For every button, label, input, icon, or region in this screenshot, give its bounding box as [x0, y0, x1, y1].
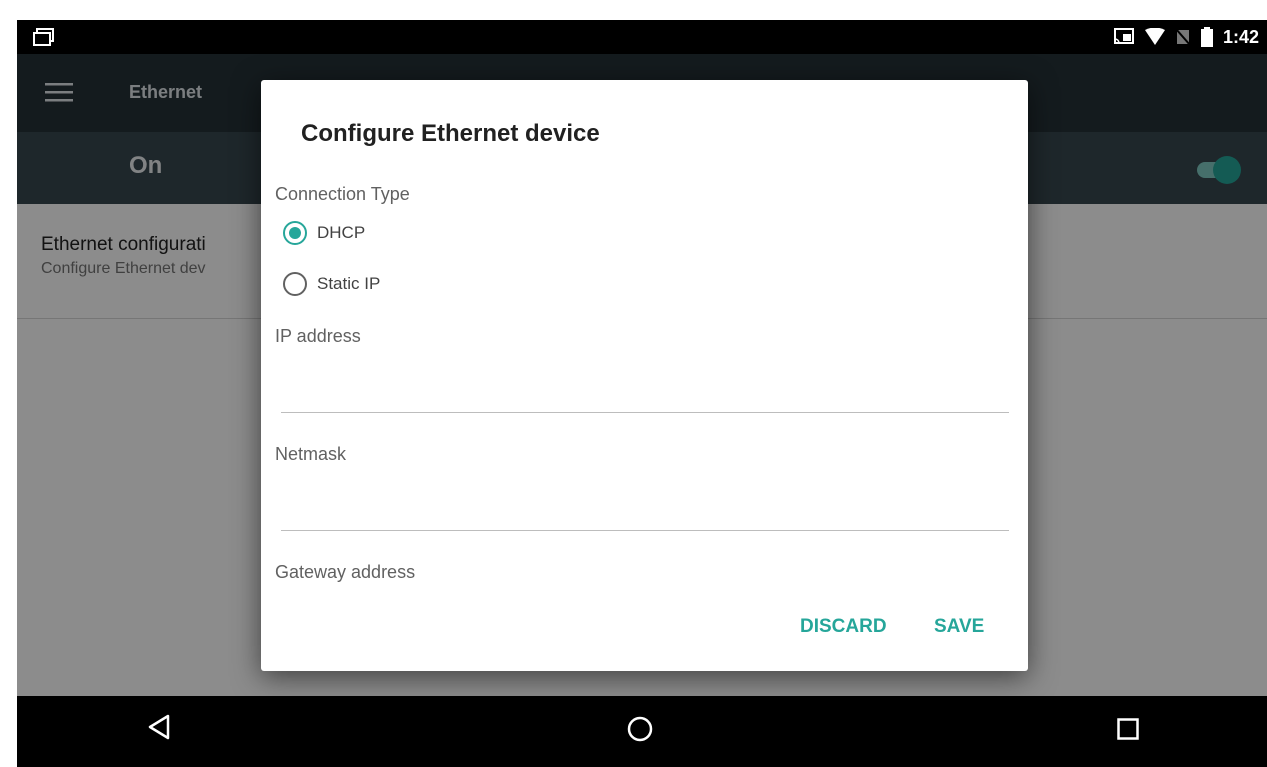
radio-dhcp[interactable]: DHCP	[283, 221, 365, 245]
radio-button-unchecked[interactable]	[283, 272, 307, 296]
recent-apps-notification-icon	[33, 28, 54, 46]
ip-address-field[interactable]	[281, 372, 1009, 413]
ip-address-label: IP address	[275, 326, 361, 346]
radio-label-dhcp: DHCP	[317, 223, 366, 242]
status-bar: 1:42	[17, 20, 1267, 54]
navigation-bar	[17, 696, 1267, 767]
radio-static-ip[interactable]: Static IP	[283, 272, 380, 296]
no-sim-icon	[1175, 28, 1191, 46]
cast-icon	[1113, 28, 1134, 44]
netmask-label: Netmask	[275, 444, 347, 464]
recents-icon[interactable]	[1117, 718, 1139, 740]
dialog-title: Configure Ethernet device	[301, 120, 600, 147]
status-clock: 1:42	[1222, 26, 1259, 47]
wifi-icon	[1144, 28, 1165, 45]
android-screen: 1:42 Ethernet On Ethernet configurati Co…	[17, 20, 1267, 767]
connection-type-label: Connection Type	[275, 184, 410, 204]
discard-button[interactable]: DISCARD	[800, 616, 887, 638]
home-icon[interactable]	[627, 716, 653, 742]
back-icon[interactable]	[147, 714, 171, 740]
save-button[interactable]: SAVE	[934, 616, 984, 638]
configure-ethernet-dialog: Configure Ethernet device Connection Typ…	[261, 80, 1028, 671]
radio-label-static-ip: Static IP	[317, 274, 381, 293]
gateway-address-label: Gateway address	[275, 562, 416, 582]
netmask-field[interactable]	[281, 490, 1009, 531]
battery-icon	[1200, 27, 1213, 47]
radio-button-checked[interactable]	[283, 221, 307, 245]
